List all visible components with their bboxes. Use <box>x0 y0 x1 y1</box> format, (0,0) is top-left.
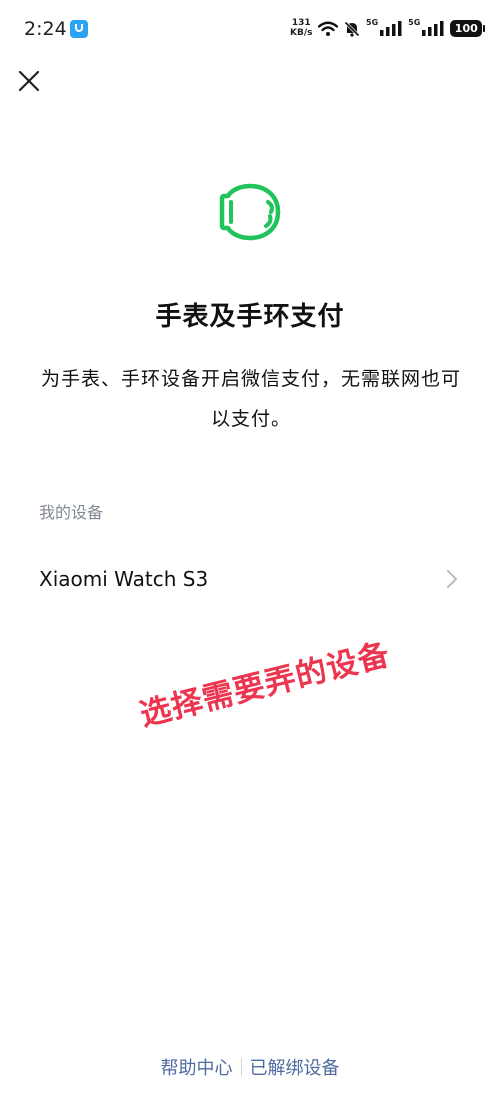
signal-1-label: 5G <box>366 18 379 27</box>
wifi-icon <box>318 21 338 36</box>
signal-bars-2-icon <box>422 21 444 36</box>
device-item-xiaomi-watch-s3[interactable]: Xiaomi Watch S3 <box>0 547 500 611</box>
battery-level: 100 <box>454 22 478 35</box>
close-button[interactable] <box>14 66 44 96</box>
watch-icon <box>219 183 281 241</box>
page-title: 手表及手环支付 <box>155 302 345 332</box>
annotation-text: 选择需要弄的设备 <box>136 636 394 734</box>
unbound-devices-link[interactable]: 已解绑设备 <box>242 1054 348 1080</box>
my-devices-label: 我的设备 <box>39 503 104 522</box>
app-notification-icon <box>70 20 88 38</box>
network-speed: 131 KB/s <box>290 18 312 38</box>
help-center-link[interactable]: 帮助中心 <box>153 1054 241 1080</box>
page-description: 为手表、手环设备开启微信支付，无需联网也可以支付。 <box>40 368 461 430</box>
signal-bars-1-icon <box>380 21 402 36</box>
chevron-right-icon <box>447 570 457 588</box>
battery-icon: 100 <box>450 20 486 37</box>
status-bar: 2:24 131 KB/s 5G 5G 100 <box>0 0 500 60</box>
footer-links: 帮助中心 已解绑设备 <box>0 1054 500 1080</box>
device-name: Xiaomi Watch S3 <box>39 567 209 591</box>
mute-bell-icon <box>344 20 360 37</box>
status-time: 2:24 <box>24 18 67 40</box>
network-speed-value: 131 <box>291 18 311 28</box>
close-icon <box>18 70 40 92</box>
status-icons: 5G 5G 100 <box>318 18 486 37</box>
signal-2-label: 5G <box>408 18 421 27</box>
network-speed-unit: KB/s <box>290 28 313 38</box>
